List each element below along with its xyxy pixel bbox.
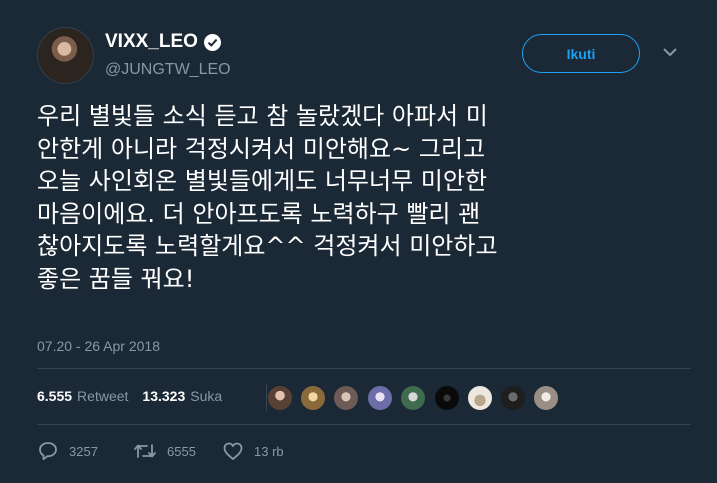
tweet-text: 우리 별빛들 소식 듣고 참 놀랐겠다 아파서 미 안한게 아니라 걱정시켜서 … — [37, 100, 697, 295]
liker-avatar[interactable] — [400, 385, 426, 411]
engagement-stats: 6.555 Retweet 13.323 Suka — [37, 388, 236, 404]
tweet-text-line: 찮아지도록 노력할게요^^ 걱정켜서 미안하고 — [37, 232, 498, 260]
liker-avatar[interactable] — [367, 385, 393, 411]
avatar[interactable] — [37, 27, 94, 84]
like-button[interactable]: 13 rb — [222, 440, 284, 462]
liker-avatars — [266, 383, 559, 411]
heart-icon — [223, 442, 243, 460]
liker-avatar[interactable] — [267, 385, 293, 411]
likes-label[interactable]: Suka — [190, 388, 222, 404]
reply-icon — [39, 442, 57, 461]
retweets-count[interactable]: 6.555 — [37, 388, 72, 404]
liker-avatar[interactable] — [533, 385, 559, 411]
follow-button[interactable]: Ikuti — [522, 34, 640, 73]
divider — [37, 424, 691, 425]
retweets-label[interactable]: Retweet — [77, 388, 128, 404]
reply-button[interactable]: 3257 — [37, 440, 98, 462]
display-name[interactable]: VIXX_LEO — [105, 31, 221, 53]
likes-count[interactable]: 13.323 — [142, 388, 185, 404]
display-name-text: VIXX_LEO — [105, 31, 198, 52]
retweet-count: 6555 — [167, 443, 196, 459]
retweet-button[interactable]: 6555 — [133, 440, 196, 462]
reply-count: 3257 — [69, 443, 98, 459]
liker-avatar[interactable] — [467, 385, 493, 411]
tweet-text-line: 우리 별빛들 소식 듣고 참 놀랐겠다 아파서 미 — [37, 102, 488, 130]
tweet-text-line: 오늘 사인회온 별빛들에게도 너무너무 미안한 — [37, 167, 488, 195]
tweet-text-line: 안한게 아니라 걱정시켜서 미안해요~ 그리고 — [37, 134, 486, 163]
verified-icon — [203, 33, 221, 51]
divider — [37, 368, 691, 369]
liker-avatar[interactable] — [333, 385, 359, 411]
liker-avatar[interactable] — [300, 385, 326, 411]
chevron-down-icon[interactable] — [662, 46, 678, 58]
like-count: 13 rb — [254, 443, 284, 459]
tweet-text-line: 마음이에요. 더 안아프도록 노력하구 빨리 괜 — [37, 199, 481, 228]
liker-avatar[interactable] — [500, 385, 526, 411]
timestamp[interactable]: 07.20 - 26 Apr 2018 — [37, 338, 160, 354]
tweet-text-line: 좋은 꿈들 꿔요! — [37, 264, 195, 293]
liker-avatar[interactable] — [434, 385, 460, 411]
username[interactable]: @JUNGTW_LEO — [105, 61, 231, 79]
retweet-icon — [134, 444, 156, 458]
